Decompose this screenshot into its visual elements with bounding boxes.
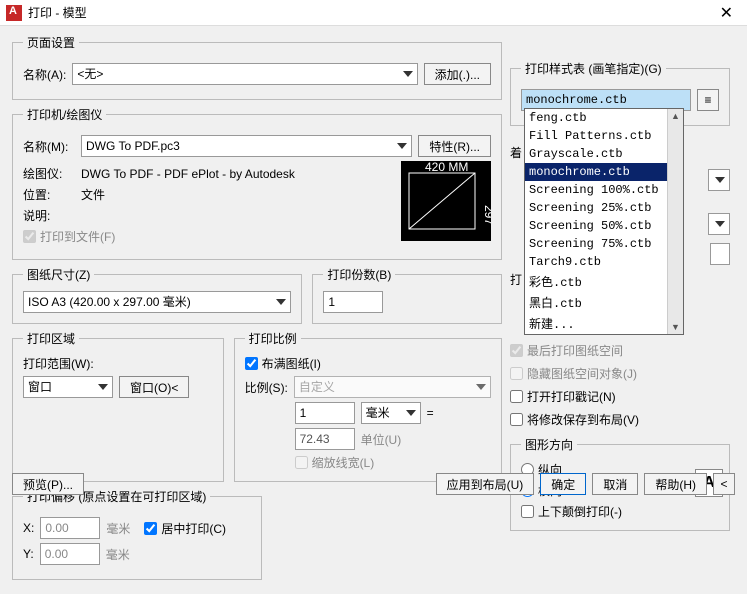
print-area-group: 打印区域 打印范围(W): 窗口 窗口(O)< — [12, 330, 224, 482]
offset-x-label: X: — [23, 521, 34, 535]
copies-legend: 打印份数(B) — [323, 266, 395, 283]
paper-preview: 420 MM 297 — [401, 161, 491, 241]
dd-item-selected[interactable]: monochrome.ctb — [525, 163, 667, 181]
scale-legend: 打印比例 — [245, 330, 301, 347]
preview-button[interactable]: 预览(P)... — [12, 473, 84, 495]
svg-text:297: 297 — [482, 205, 491, 225]
svg-text:420 MM: 420 MM — [425, 161, 468, 174]
style-table-legend: 打印样式表 (画笔指定)(G) — [521, 60, 666, 77]
dd-item[interactable]: 彩色.ctb — [525, 271, 667, 292]
dd-item[interactable]: Screening 100%.ctb — [525, 181, 667, 199]
dd-item[interactable]: Screening 50%.ctb — [525, 217, 667, 235]
location-label: 位置: — [23, 186, 75, 203]
fit-paper-label: 布满图纸(I) — [262, 355, 321, 372]
save-layout-check[interactable] — [510, 413, 523, 426]
page-setup-legend: 页面设置 — [23, 34, 79, 51]
style-table-dropdown[interactable]: feng.ctb Fill Patterns.ctb Grayscale.ctb… — [524, 108, 684, 335]
copies-group: 打印份数(B) — [312, 266, 502, 324]
desc-label: 说明: — [23, 207, 75, 224]
location-value: 文件 — [81, 186, 105, 203]
paper-size-group: 图纸尺寸(Z) ISO A3 (420.00 x 297.00 毫米) — [12, 266, 302, 324]
equals-label: = — [427, 406, 434, 420]
lineweight-check — [295, 456, 308, 469]
offset-x-input — [40, 517, 100, 539]
window-title: 打印 - 模型 — [28, 4, 712, 21]
print-area-legend: 打印区域 — [23, 330, 79, 347]
lineweight-label: 缩放线宽(L) — [312, 454, 375, 471]
scale-select: 自定义 — [294, 376, 491, 398]
paper-size-legend: 图纸尺寸(Z) — [23, 266, 94, 283]
scale-val1[interactable] — [295, 402, 355, 424]
scale-unit2: 单位(U) — [361, 431, 402, 448]
last-paperspace-check — [510, 344, 523, 357]
paper-size-select[interactable]: ISO A3 (420.00 x 297.00 毫米) — [23, 291, 291, 313]
expand-icon[interactable]: < — [713, 473, 735, 495]
pagesetup-name-select[interactable]: <无> — [72, 63, 417, 85]
cancel-button[interactable]: 取消 — [592, 473, 638, 495]
print-to-file-check — [23, 230, 36, 243]
offset-y-input — [40, 543, 100, 565]
close-icon[interactable]: ✕ — [712, 3, 741, 23]
scale-group: 打印比例 布满图纸(I) 比例(S): 自定义 毫米 = 单位(U) 缩放线宽(L) — [234, 330, 502, 482]
dd-item[interactable]: 黑白.ctb — [525, 292, 667, 313]
center-check[interactable] — [144, 522, 157, 535]
printer-name-select[interactable]: DWG To PDF.pc3 — [81, 135, 412, 157]
add-button[interactable]: 添加(.)... — [424, 63, 491, 85]
ok-button[interactable]: 确定 — [540, 473, 586, 495]
hide-paperspace-check — [510, 367, 523, 380]
shaded-select1[interactable] — [708, 169, 730, 191]
hide-paperspace-label: 隐藏图纸空间对象(J) — [527, 365, 637, 382]
center-label: 居中打印(C) — [161, 520, 226, 537]
printer-group: 打印机/绘图仪 名称(M): DWG To PDF.pc3 特性(R)... 绘… — [12, 106, 502, 260]
printer-name-label: 名称(M): — [23, 138, 75, 155]
dd-item[interactable]: Tarch9.ctb — [525, 253, 667, 271]
last-paperspace-label: 最后打印图纸空间 — [527, 342, 623, 359]
pagesetup-name-label: 名称(A): — [23, 66, 66, 83]
shaded-input[interactable] — [710, 243, 730, 265]
dd-item[interactable]: 新建... — [525, 313, 667, 334]
shaded-select2[interactable] — [708, 213, 730, 235]
offset-y-label: Y: — [23, 547, 34, 561]
offset-x-unit: 毫米 — [106, 520, 130, 537]
fit-paper-check[interactable] — [245, 357, 258, 370]
apply-layout-button[interactable]: 应用到布局(U) — [436, 473, 535, 495]
upsidedown-check[interactable] — [521, 505, 534, 518]
upsidedown-label: 上下颠倒打印(-) — [538, 503, 622, 520]
dd-item[interactable]: Screening 25%.ctb — [525, 199, 667, 217]
orientation-legend: 图形方向 — [521, 436, 577, 453]
copies-input[interactable] — [323, 291, 383, 313]
title-bar: 打印 - 模型 ✕ — [0, 0, 747, 26]
dd-item[interactable]: Fill Patterns.ctb — [525, 127, 667, 145]
scale-ratio-label: 比例(S): — [245, 379, 288, 396]
plotter-label: 绘图仪: — [23, 165, 75, 182]
window-button[interactable]: 窗口(O)< — [119, 376, 189, 398]
scale-val2 — [295, 428, 355, 450]
dropdown-scrollbar[interactable] — [667, 109, 683, 334]
dd-item[interactable]: Grayscale.ctb — [525, 145, 667, 163]
plot-stamp-label: 打开打印戳记(N) — [527, 388, 616, 405]
print-range-label: 打印范围(W): — [23, 355, 213, 372]
app-logo-icon — [6, 5, 22, 21]
dd-item[interactable]: feng.ctb — [525, 109, 667, 127]
page-setup-group: 页面设置 名称(A): <无> 添加(.)... — [12, 34, 502, 100]
dd-item[interactable]: Screening 75%.ctb — [525, 235, 667, 253]
properties-button[interactable]: 特性(R)... — [418, 135, 491, 157]
printer-legend: 打印机/绘图仪 — [23, 106, 106, 123]
save-layout-label: 将修改保存到布局(V) — [527, 411, 639, 428]
plotter-value: DWG To PDF - PDF ePlot - by Autodesk — [81, 167, 295, 181]
offset-group: 打印偏移 (原点设置在可打印区域) X: 毫米 居中打印(C) Y: 毫米 — [12, 488, 262, 580]
print-range-select[interactable]: 窗口 — [23, 376, 113, 398]
offset-y-unit: 毫米 — [106, 546, 130, 563]
help-button[interactable]: 帮助(H) — [644, 473, 707, 495]
scale-unit1[interactable]: 毫米 — [361, 402, 421, 424]
style-edit-icon[interactable]: ≡ — [697, 89, 719, 111]
plot-stamp-check[interactable] — [510, 390, 523, 403]
print-to-file-label: 打印到文件(F) — [40, 228, 115, 245]
